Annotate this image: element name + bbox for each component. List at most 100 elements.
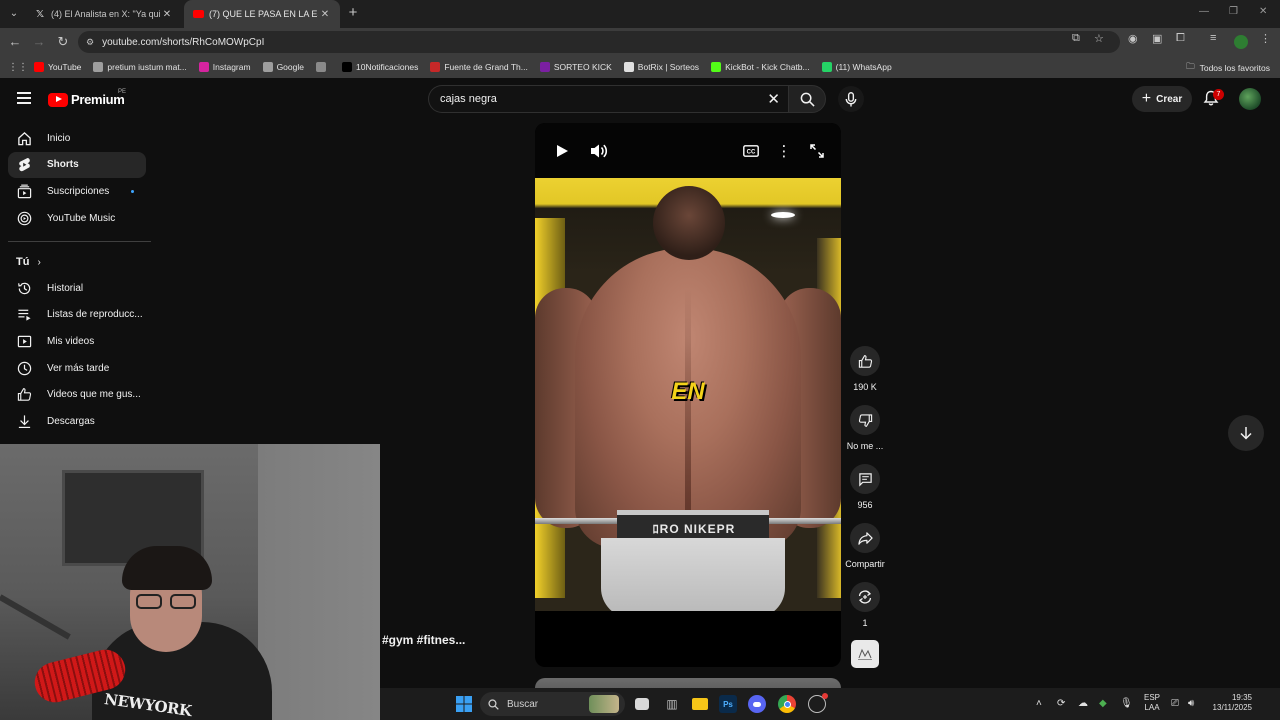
- sidebar-item-inicio[interactable]: Inicio: [8, 125, 146, 152]
- bookmark-item[interactable]: KickBot - Kick Chatb...: [711, 62, 810, 72]
- bookmark-star-icon[interactable]: ☆: [1094, 32, 1104, 45]
- bookmark-item[interactable]: 10Notificaciones: [341, 62, 418, 72]
- share-action[interactable]: Compartir: [840, 523, 890, 569]
- video-frame[interactable]: ﾛRO NIKEPR EN: [535, 178, 841, 611]
- you-section-header[interactable]: Tú ›: [16, 256, 41, 268]
- widgets-icon[interactable]: ▥: [663, 695, 681, 713]
- apps-grid-icon[interactable]: ⋮⋮: [8, 62, 28, 73]
- voice-search-button[interactable]: [838, 86, 864, 112]
- sidebar-item-suscripciones[interactable]: Suscripciones: [8, 178, 146, 205]
- close-window-icon[interactable]: ✕: [1259, 6, 1267, 17]
- shorts-player[interactable]: CC ⋮ ﾛRO NIKEPR EN: [535, 123, 841, 667]
- account-avatar[interactable]: [1239, 88, 1261, 110]
- app-icon[interactable]: [808, 693, 828, 713]
- tray-sync-icon[interactable]: ⟳: [1057, 698, 1065, 709]
- sidebar-item-videos-que-me-gustan[interactable]: Videos que me gus...: [8, 381, 146, 408]
- bookmark-item[interactable]: Instagram: [198, 62, 251, 72]
- sound-thumbnail-button[interactable]: [851, 640, 879, 668]
- captions-icon[interactable]: CC: [743, 142, 759, 160]
- tab-search-button[interactable]: ⌄: [4, 4, 24, 24]
- volume-icon[interactable]: [590, 142, 608, 160]
- dislike-action[interactable]: No me ...: [840, 405, 890, 451]
- tray-chevron-icon[interactable]: ˄: [1036, 698, 1042, 709]
- search-icon: [488, 698, 499, 710]
- bookmark-favicon-icon: [93, 62, 104, 72]
- bookmark-item[interactable]: YouTube: [34, 62, 81, 72]
- remix-action[interactable]: 1: [840, 582, 890, 628]
- back-icon[interactable]: ←: [6, 33, 24, 51]
- like-action[interactable]: 190 K: [840, 346, 890, 392]
- search-input[interactable]: cajas negra ✕: [428, 85, 788, 113]
- sidebar-item-youtube-music[interactable]: YouTube Music: [8, 205, 146, 232]
- bookmark-item[interactable]: pretium iustum mat...: [93, 62, 187, 72]
- create-button[interactable]: + Crear: [1132, 86, 1192, 112]
- bookmark-item[interactable]: Fuente de Grand Th...: [430, 62, 528, 72]
- input-language[interactable]: ESP LAA: [1144, 693, 1160, 713]
- bookmark-item[interactable]: BotRix | Sorteos: [623, 62, 699, 72]
- network-icon[interactable]: ⎚: [1171, 698, 1179, 709]
- discord-icon[interactable]: [748, 695, 766, 713]
- comment-count: 956: [857, 500, 873, 510]
- bookmark-item[interactable]: (11) WhatsApp: [821, 62, 892, 72]
- browser-tab-youtube[interactable]: (7) QUE LE PASA EN LA ESPALD ✕: [184, 0, 340, 28]
- close-tab-icon[interactable]: ✕: [318, 9, 332, 20]
- bookmark-item[interactable]: [315, 62, 330, 72]
- like-icon: [16, 387, 32, 403]
- like-button[interactable]: [850, 346, 880, 376]
- bookmark-favicon-icon: [430, 62, 441, 72]
- tray-security-icon[interactable]: ◆: [1099, 698, 1107, 709]
- share-button[interactable]: [850, 523, 880, 553]
- close-tab-icon[interactable]: ✕: [160, 9, 174, 20]
- new-tab-button[interactable]: +: [344, 4, 362, 22]
- streamer-glasses: [136, 594, 200, 610]
- tray-mic-icon[interactable]: 🎙: [1120, 698, 1133, 709]
- fullscreen-icon[interactable]: [808, 142, 826, 160]
- more-options-icon[interactable]: ⋮: [775, 142, 793, 160]
- extension-2-icon[interactable]: ▣: [1152, 32, 1162, 45]
- restore-icon[interactable]: ❐: [1229, 6, 1238, 17]
- sidebar-item-shorts[interactable]: Shorts: [8, 151, 146, 179]
- reload-icon[interactable]: ↻: [54, 33, 72, 51]
- windows-start-icon[interactable]: [455, 695, 473, 713]
- search-button[interactable]: [788, 85, 826, 113]
- task-view-icon[interactable]: [635, 698, 649, 710]
- sidebar-item-listas[interactable]: Listas de reproducc...: [8, 302, 146, 329]
- all-bookmarks-button[interactable]: 🗀 Todos los favoritos: [1186, 61, 1270, 75]
- media-controls-icon[interactable]: ≡: [1210, 32, 1216, 44]
- chrome-icon[interactable]: [778, 695, 796, 713]
- play-icon[interactable]: [553, 142, 571, 160]
- photoshop-icon[interactable]: Ps: [719, 695, 737, 713]
- extension-icon[interactable]: ◉: [1128, 32, 1138, 45]
- browser-tab-x[interactable]: 𝕏 (4) El Analista en X: "Ya quiero c ✕: [26, 0, 182, 28]
- bookmark-item[interactable]: SORTEO KICK: [539, 62, 612, 72]
- system-clock[interactable]: 19:35 13/11/2025: [1206, 693, 1252, 713]
- forward-icon[interactable]: →: [30, 33, 48, 51]
- remix-button[interactable]: [850, 582, 880, 612]
- site-info-icon[interactable]: ⚙: [86, 37, 94, 48]
- install-app-icon[interactable]: ⧉: [1072, 32, 1080, 45]
- profile-avatar[interactable]: [1234, 35, 1248, 49]
- bookmark-item[interactable]: Google: [262, 62, 304, 72]
- file-explorer-icon[interactable]: [691, 695, 709, 713]
- sidebar-item-ver-mas-tarde[interactable]: Ver más tarde: [8, 355, 146, 382]
- next-short-button[interactable]: [1228, 415, 1264, 451]
- sidebar-item-mis-videos[interactable]: Mis videos: [8, 328, 146, 355]
- onedrive-icon[interactable]: ☁: [1078, 698, 1088, 709]
- taskbar-search[interactable]: Buscar: [480, 692, 625, 716]
- sidebar-item-historial[interactable]: Historial: [8, 275, 146, 302]
- dislike-button[interactable]: [850, 405, 880, 435]
- chrome-menu-icon[interactable]: ⋮: [1260, 32, 1271, 45]
- video-hashtags[interactable]: #gym #fitnes...: [382, 633, 465, 647]
- comments-button[interactable]: [850, 464, 880, 494]
- youtube-logo[interactable]: Premium: [48, 92, 125, 107]
- logo-text: Premium: [71, 92, 125, 107]
- minimize-icon[interactable]: —: [1199, 6, 1209, 17]
- address-bar[interactable]: ⚙ youtube.com/shorts/RhCoMOWpCpI: [78, 31, 1120, 53]
- comments-action[interactable]: 956: [840, 464, 890, 510]
- clear-search-icon[interactable]: ✕: [767, 90, 780, 108]
- extensions-puzzle-icon[interactable]: ⧠: [1176, 32, 1185, 45]
- guide-menu-icon[interactable]: [17, 92, 31, 104]
- bookmark-favicon-icon: [198, 62, 209, 72]
- sidebar-item-descargas[interactable]: Descargas: [8, 408, 146, 435]
- speaker-icon[interactable]: 🔊︎: [1188, 698, 1194, 709]
